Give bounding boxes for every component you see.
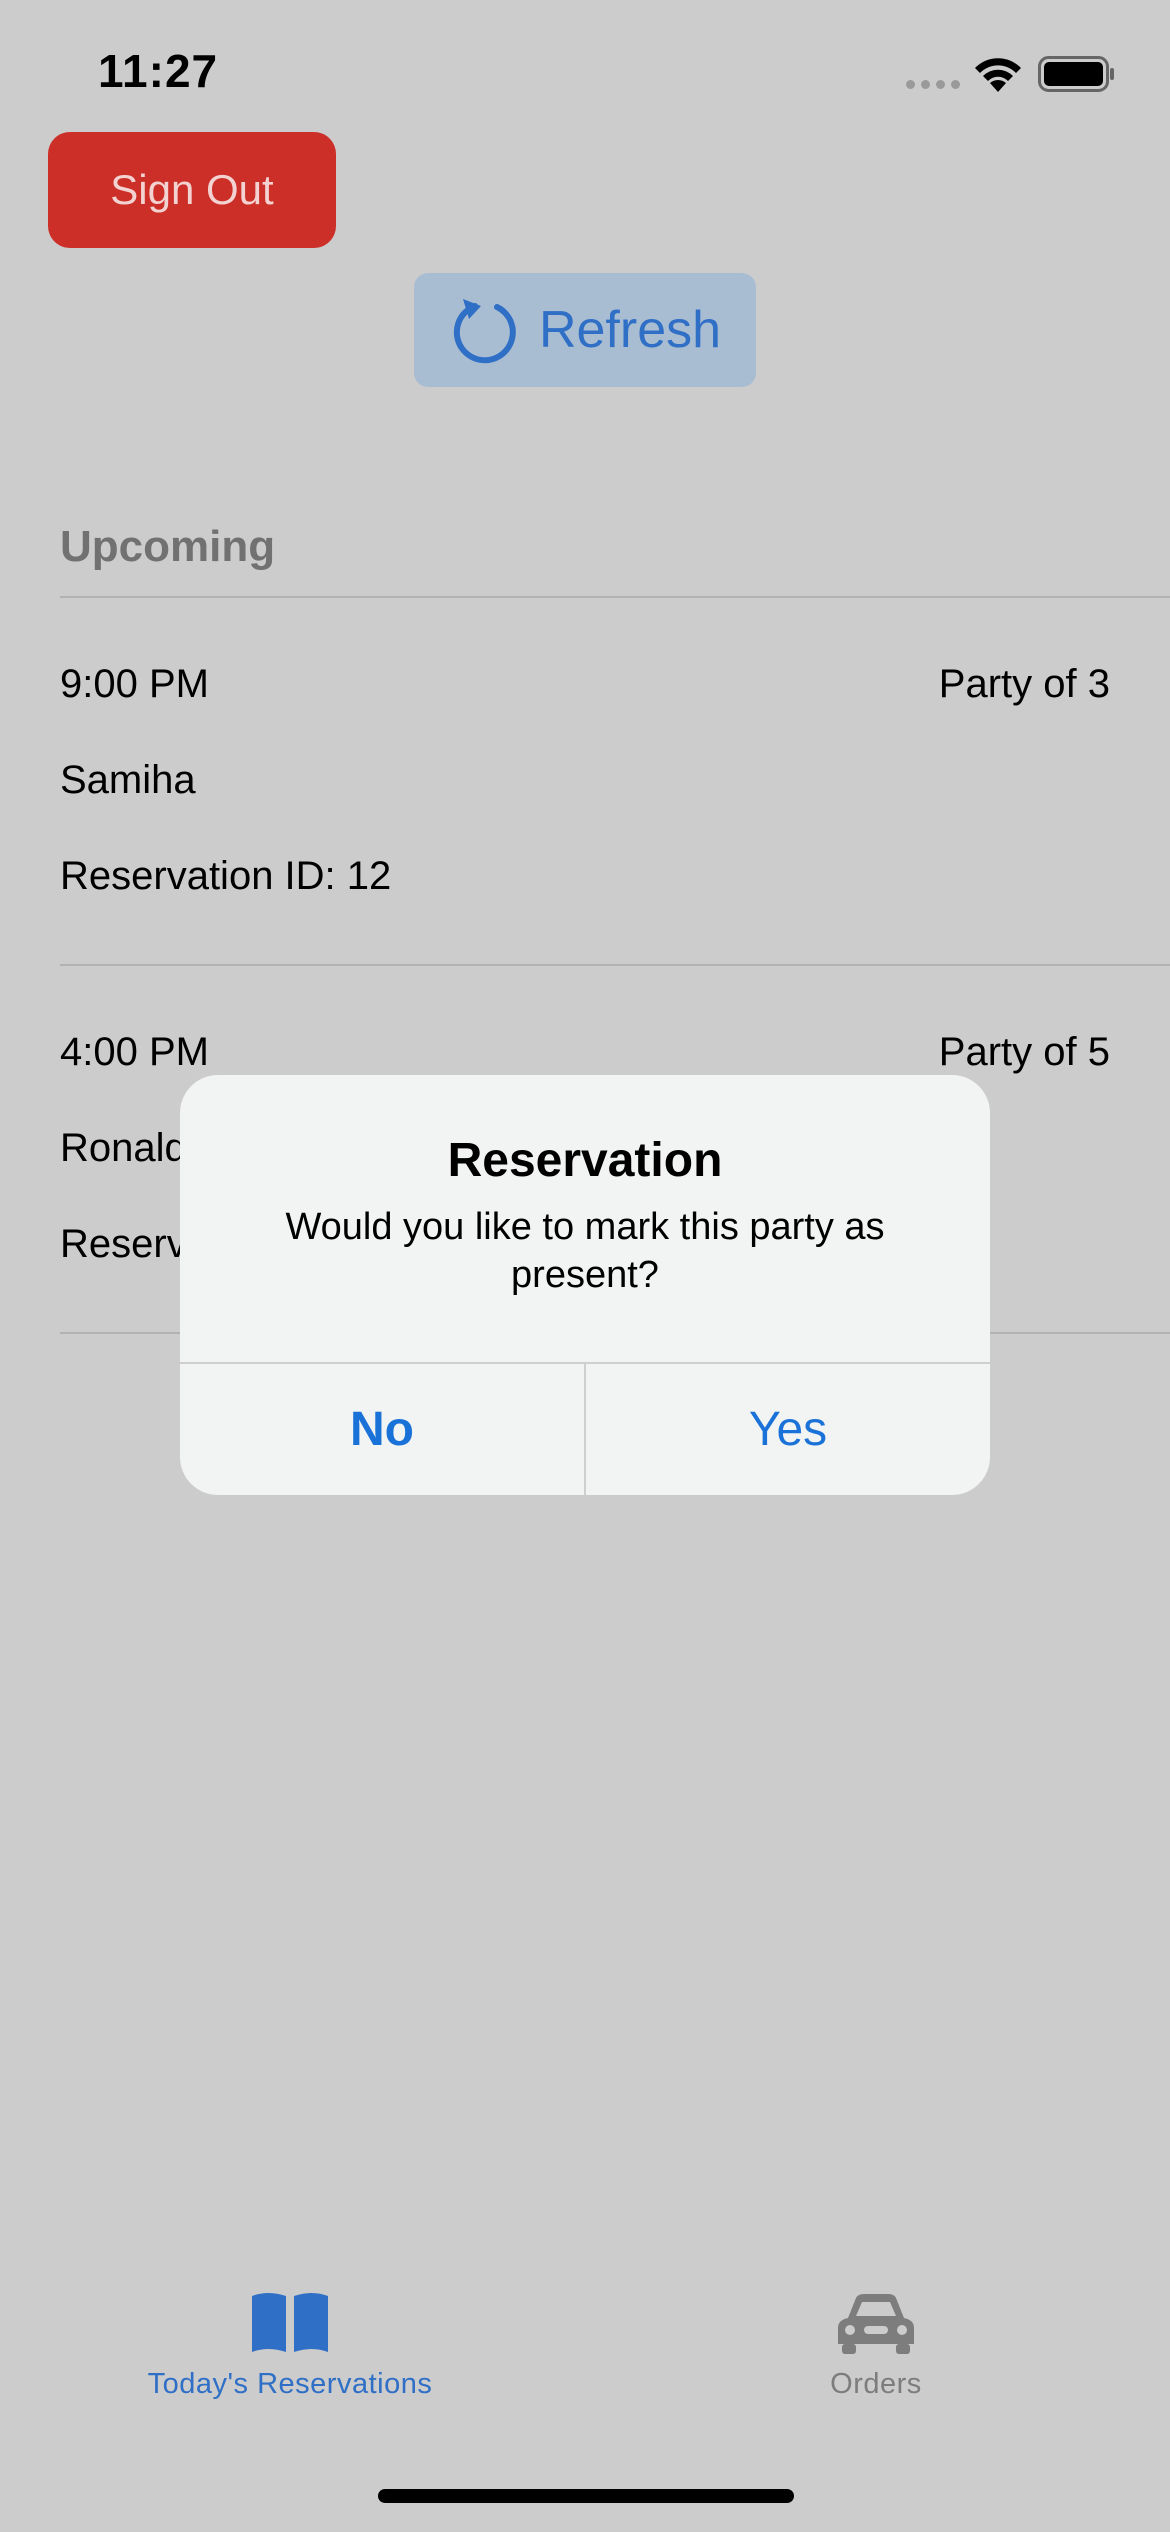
refresh-icon <box>453 299 516 364</box>
sign-out-button[interactable]: Sign Out <box>48 132 336 248</box>
status-time: 11:27 <box>98 45 219 97</box>
status-bar: 11:27 <box>0 0 1170 140</box>
refresh-label: Refresh <box>538 301 722 359</box>
reservation-party-size: Party of 5 <box>938 1030 1110 1074</box>
battery-icon <box>1038 56 1114 92</box>
tab-orders[interactable]: Orders <box>776 2290 976 2401</box>
car-icon <box>838 2294 914 2354</box>
reservation-id: Reserv <box>60 1222 187 1266</box>
section-header-upcoming: Upcoming <box>60 522 276 571</box>
reservation-party-size: Party of 3 <box>938 662 1110 706</box>
reservation-alert-dialog: Reservation Would you like to mark this … <box>180 1075 990 1495</box>
reservation-name: Ronald <box>60 1126 187 1170</box>
alert-title: Reservation <box>447 1134 723 1187</box>
tab-label: Today's Reservations <box>147 2368 433 2400</box>
reservation-time: 4:00 PM <box>60 1030 209 1074</box>
tab-todays-reservations[interactable]: Today's Reservations <box>110 2290 470 2401</box>
reservation-row[interactable]: 9:00 PM Party of 3 Samiha Reservation ID… <box>0 596 1170 964</box>
home-indicator[interactable] <box>378 2489 794 2503</box>
reservation-time: 9:00 PM <box>60 662 209 706</box>
yes-button[interactable]: Yes <box>586 1364 990 1495</box>
cellular-signal-icon <box>906 80 960 89</box>
refresh-button[interactable]: Refresh <box>414 273 756 387</box>
alert-message: Would you like to mark this party as pre… <box>285 1206 885 1296</box>
reservation-id: Reservation ID: 12 <box>60 854 392 898</box>
tab-label: Orders <box>830 2368 922 2400</box>
wifi-icon <box>975 58 1021 92</box>
reservation-name: Samiha <box>60 758 196 802</box>
book-icon <box>252 2293 328 2352</box>
no-button[interactable]: No <box>180 1364 584 1495</box>
